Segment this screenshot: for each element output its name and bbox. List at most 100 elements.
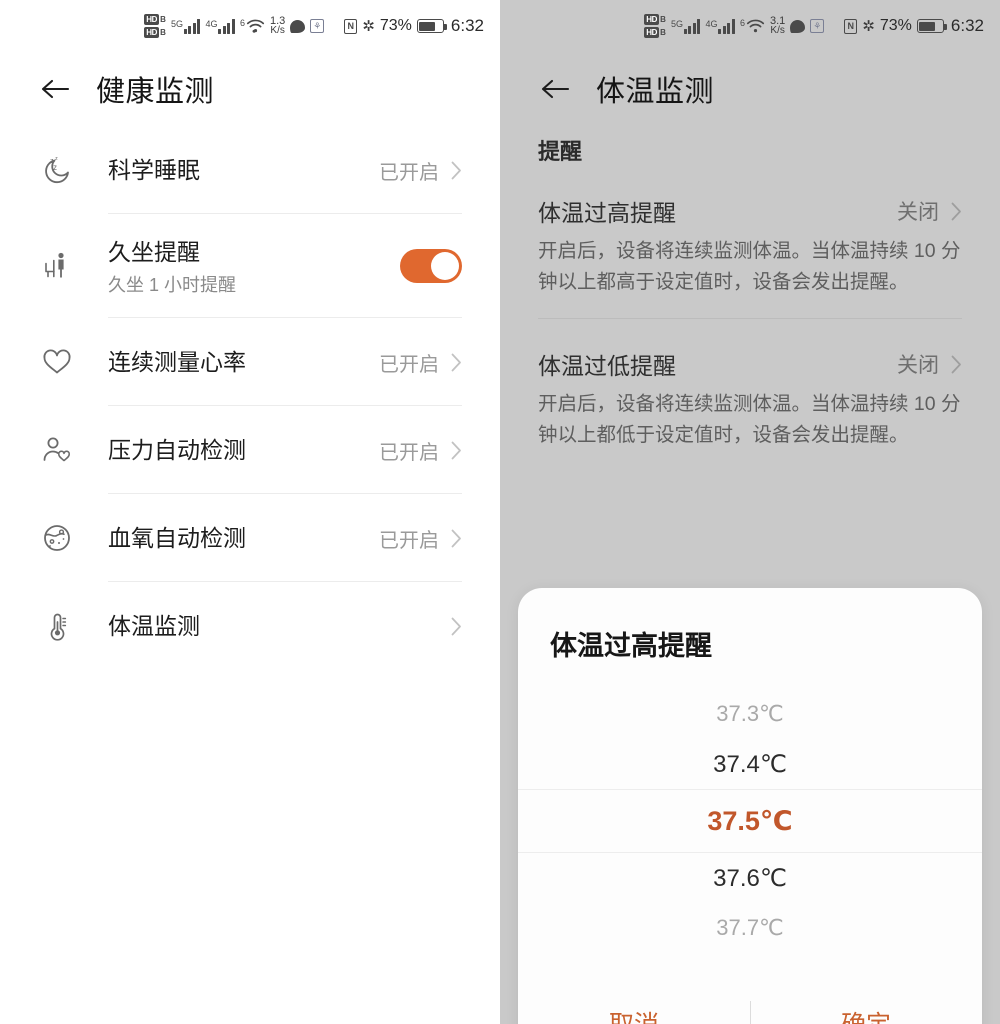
svg-text:z: z xyxy=(53,163,57,172)
hd-badge-icon: HD xyxy=(644,14,660,25)
chevron-right-icon xyxy=(451,529,462,548)
status-bar-left: HD B HD B 5G 4G 6 1.3 K/s ⚘ N ✲ 73% 6:32 xyxy=(0,0,500,52)
hd-sub-label-2: B xyxy=(160,28,166,37)
hd-volte-icons-right: HD B HD B xyxy=(644,14,666,38)
setting-label: 体温过低提醒 xyxy=(538,353,676,379)
data-speed-unit: K/s xyxy=(770,25,785,36)
chevron-right-icon xyxy=(451,353,462,372)
dual-screenshot-container: HD B HD B 5G 4G 6 1.3 K/s ⚘ N ✲ 73% 6:32… xyxy=(0,0,1000,1024)
hd-sub-label-2: B xyxy=(660,28,666,37)
setting-high-temp-head: 体温过高提醒 关闭 xyxy=(538,194,962,228)
section-title: 提醒 xyxy=(538,139,583,164)
blood-oxygen-icon xyxy=(34,521,80,555)
list-item-label: 久坐提醒 xyxy=(108,238,200,265)
wifi-generation-label: 6 xyxy=(239,18,245,28)
list-item-blood-oxygen-right: 已开启 xyxy=(379,524,462,553)
nfc-icon: N xyxy=(844,18,858,34)
status-bar-right: HD B HD B 5G 4G 6 3.1 K/s ⚘ N ✲ 73% 6:32 xyxy=(500,0,1000,52)
signal-5g-icon-right: 5G xyxy=(670,18,701,34)
status-value: 已开启 xyxy=(379,441,439,464)
confirm-button[interactable]: 确定 xyxy=(750,1005,982,1024)
network-type-5g-label: 5G xyxy=(670,18,683,29)
temperature-picker-dialog: 体温过高提醒 37.3℃ 37.4℃ 37.5℃ 37.6℃ 37.7℃ 取消 … xyxy=(518,588,982,1024)
list-item-label: 血氧自动检测 xyxy=(108,525,246,551)
page-title: 体温监测 xyxy=(596,76,715,108)
temperature-monitor-screen: HD B HD B 5G 4G 6 3.1 K/s ⚘ N ✲ 73% 6:32… xyxy=(500,0,1000,1024)
sleep-moon-icon: z z z xyxy=(34,153,80,187)
list-item-sleep-right: 已开启 xyxy=(379,156,462,185)
page-title: 健康监测 xyxy=(96,76,215,108)
bluetooth-icon: ✲ xyxy=(362,18,375,35)
chevron-right-icon xyxy=(451,441,462,460)
list-item-stress-body: 压力自动检测 xyxy=(80,434,379,466)
chevron-right-icon xyxy=(451,161,462,180)
signal-4g-icon-right: 4G xyxy=(705,18,735,34)
hd-sub-label: B xyxy=(660,15,666,24)
app-notification-icon: ⚘ xyxy=(310,19,325,33)
battery-percent-label: 73% xyxy=(379,17,412,34)
stress-person-heart-icon xyxy=(34,433,80,467)
signal-bars-2 xyxy=(218,18,235,34)
picker-option-selected[interactable]: 37.5℃ xyxy=(518,789,982,853)
hd-volte-icons: HD B HD B xyxy=(144,14,166,38)
setting-label: 体温过高提醒 xyxy=(538,200,676,226)
network-type-5g-label: 5G xyxy=(170,18,183,29)
list-item-label: 科学睡眠 xyxy=(108,157,200,183)
nfc-icon: N xyxy=(344,18,358,34)
wifi-icon-right: 6 xyxy=(740,18,765,34)
app-notification-icon: ⚘ xyxy=(810,19,825,33)
setting-low-temp-alert[interactable]: 体温过低提醒 关闭 开启后，设备将连续监测体温。当体温持续 10 分钟以上都低于… xyxy=(538,319,962,451)
nav-bar-left: 健康监测 xyxy=(0,52,500,126)
signal-4g-icon: 4G xyxy=(205,18,235,34)
picker-option[interactable]: 37.4℃ xyxy=(518,739,982,789)
status-value: 已开启 xyxy=(379,529,439,552)
signal-bars-2 xyxy=(718,18,735,34)
message-bubble-icon xyxy=(290,19,306,33)
chevron-right-icon xyxy=(951,202,962,221)
data-speed-indicator-right: 3.1 K/s xyxy=(770,16,785,36)
battery-icon xyxy=(916,19,947,33)
temperature-picker[interactable]: 37.3℃ 37.4℃ 37.5℃ 37.6℃ 37.7℃ xyxy=(518,689,982,953)
picker-option[interactable]: 37.3℃ xyxy=(518,689,982,739)
reminder-settings-section: 提醒 体温过高提醒 关闭 开启后，设备将连续监测体温。当体温持续 10 分钟以上… xyxy=(500,134,1000,451)
list-item-label: 压力自动检测 xyxy=(108,437,246,463)
list-item-label: 体温监测 xyxy=(108,613,200,639)
sedentary-person-icon xyxy=(34,249,80,283)
list-item-sedentary[interactable]: 久坐提醒 久坐 1 小时提醒 xyxy=(34,214,462,318)
status-value: 已开启 xyxy=(379,161,439,184)
list-item-heart-rate-right: 已开启 xyxy=(379,348,462,377)
picker-option[interactable]: 37.7℃ xyxy=(518,903,982,953)
sedentary-toggle[interactable] xyxy=(400,249,462,283)
cancel-button[interactable]: 取消 xyxy=(518,1005,750,1024)
list-item-heart-rate[interactable]: 连续测量心率 已开启 xyxy=(34,318,462,406)
list-item-sublabel: 久坐 1 小时提醒 xyxy=(108,274,237,295)
list-item-temperature[interactable]: 体温监测 xyxy=(34,582,462,670)
heart-icon xyxy=(34,345,80,379)
dialog-actions: 取消 确定 xyxy=(518,975,982,1024)
signal-bars-1 xyxy=(683,18,701,34)
list-item-sleep[interactable]: z z z 科学睡眠 已开启 xyxy=(34,126,462,214)
data-speed-indicator: 1.3 K/s xyxy=(270,16,285,36)
health-monitor-screen: HD B HD B 5G 4G 6 1.3 K/s ⚘ N ✲ 73% 6:32… xyxy=(0,0,500,1024)
hd-badge-icon-2: HD xyxy=(644,27,660,38)
back-arrow-icon[interactable] xyxy=(540,76,570,102)
setting-state: 关闭 xyxy=(897,354,939,377)
health-settings-list: z z z 科学睡眠 已开启 久坐提醒 久坐 1 小时提醒 连续测量心率 已开启… xyxy=(0,126,500,670)
battery-percent-label: 73% xyxy=(879,17,912,34)
network-type-4g-label: 4G xyxy=(205,18,218,29)
picker-option[interactable]: 37.6℃ xyxy=(518,853,982,903)
bluetooth-icon: ✲ xyxy=(862,18,875,35)
back-arrow-icon[interactable] xyxy=(40,76,70,102)
clock-label: 6:32 xyxy=(450,16,484,35)
list-item-blood-oxygen[interactable]: 血氧自动检测 已开启 xyxy=(34,494,462,582)
list-item-stress[interactable]: 压力自动检测 已开启 xyxy=(34,406,462,494)
nav-bar-right: 体温监测 xyxy=(500,52,1000,126)
list-item-temperature-body: 体温监测 xyxy=(80,610,439,642)
hd-badge-icon: HD xyxy=(144,14,160,25)
setting-high-temp-alert[interactable]: 体温过高提醒 关闭 开启后，设备将连续监测体温。当体温持续 10 分钟以上都高于… xyxy=(538,166,962,319)
status-value: 已开启 xyxy=(379,353,439,376)
chevron-right-icon xyxy=(451,617,462,636)
dialog-title: 体温过高提醒 xyxy=(550,631,712,661)
wifi-icon: 6 xyxy=(240,18,265,34)
setting-low-temp-head: 体温过低提醒 关闭 xyxy=(538,347,962,381)
